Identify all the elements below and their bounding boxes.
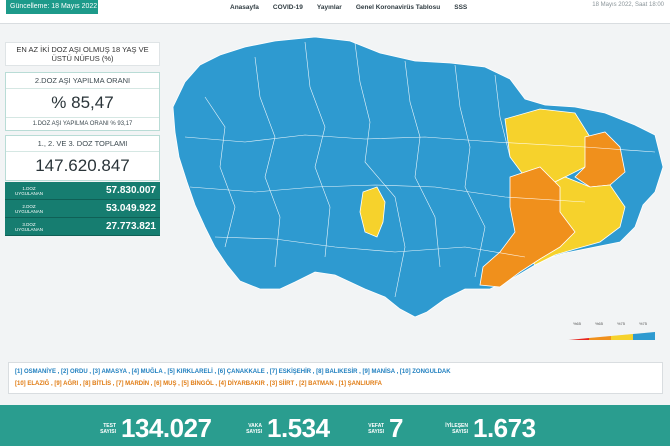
total-doses-value: 147.620.847 [35,156,130,175]
death-label: VEFAT SAYISI [368,422,384,435]
main-nav: Anasayfa COVID-19 Yayınlar Genel Koronav… [230,4,467,11]
test-value: 134.027 [121,413,212,443]
map-legend: %65 %65 %75 %75 [567,321,655,340]
recovered-label: İYİLEŞEN SAYISI [445,422,468,435]
bottom-ranking-line: [10] ELAZIĞ , [9] AĞRI , [8] BİTLİS , [7… [15,381,383,387]
legend-orange-swatch [589,336,611,340]
total-doses-box: 1., 2. VE 3. DOZ TOPLAMI 147.620.847 [5,135,160,181]
dose-1-label: 1.DOZ UYGULANAN [14,185,43,196]
dose-2-value: 53.049.922 [105,203,156,214]
nav-home[interactable]: Anasayfa [230,4,259,11]
turkey-vaccination-map[interactable] [165,27,665,327]
test-stat: TEST SAYISI 134.027 [90,413,212,444]
vaccination-panel: EN AZ İKİ DOZ AŞI OLMUŞ 18 YAŞ VE ÜSTÜ N… [5,42,160,236]
case-label: VAKA SAYISI [246,422,262,435]
nav-publications[interactable]: Yayınlar [317,4,342,11]
dose-3-value: 27.773.821 [105,221,156,232]
nav-faq[interactable]: SSS [454,4,467,11]
dose-1-value: 57.830.007 [105,185,156,196]
death-stat: VEFAT SAYISI 7 [358,413,403,444]
daily-stats-bar: TEST SAYISI 134.027 VAKA SAYISI 1.534 VE… [0,405,670,446]
dose-row-3: 3.DOZ UYGULANAN 27.773.821 [5,218,160,236]
recovered-stat: İYİLEŞEN SAYISI 1.673 [442,413,536,444]
dose-breakdown: 1.DOZ UYGULANAN 57.830.007 2.DOZ UYGULAN… [5,182,160,236]
second-dose-rate-value: % 85,47 [6,89,159,118]
dose-2-label: 2.DOZ UYGULANAN [14,203,43,214]
dose-3-label: 3.DOZ UYGULANAN [14,221,43,232]
second-dose-rate-box: 2.DOZ AŞI YAPILMA ORANI % 85,47 1.DOZ AŞ… [5,72,160,131]
legend-yellow-swatch [611,334,633,340]
nav-covid19[interactable]: COVID-19 [273,4,303,11]
death-value: 7 [389,413,403,443]
case-stat: VAKA SAYISI 1.534 [236,413,330,444]
second-dose-rate-label: 2.DOZ AŞI YAPILMA ORANI [6,73,159,89]
update-date: Güncelleme: 18 Mayıs 2022 [6,0,98,14]
test-label: TEST SAYISI [100,422,116,435]
case-value: 1.534 [267,413,330,443]
legend-label-1: %65 [573,321,582,326]
dose-row-2: 2.DOZ UYGULANAN 53.049.922 [5,200,160,218]
legend-label-2: %65 [595,321,604,326]
first-dose-rate: 1.DOZ AŞI YAPILMA ORANI % 93,17 [32,121,133,127]
nav-general-table[interactable]: Genel Koronavirüs Tablosu [356,4,440,11]
top-ranking-line: [1] OSMANİYE , [2] ORDU , [3] AMASYA , [… [15,369,451,375]
legend-label-4: %75 [639,321,648,326]
dose-row-1: 1.DOZ UYGULANAN 57.830.007 [5,182,160,200]
province-rankings: [1] OSMANİYE , [2] ORDU , [3] AMASYA , [… [8,362,663,394]
total-doses-label: 1., 2. VE 3. DOZ TOPLAMI [6,136,159,152]
legend-label-3: %75 [617,321,626,326]
legend-blue-swatch [633,332,655,340]
panel-title: EN AZ İKİ DOZ AŞI OLMUŞ 18 YAŞ VE ÜSTÜ N… [5,42,160,66]
recovered-value: 1.673 [473,413,536,443]
report-date: 18 Mayıs 2022, Saat 18:00 [592,2,664,8]
top-bar: Güncelleme: 18 Mayıs 2022 Anasayfa COVID… [0,0,670,24]
